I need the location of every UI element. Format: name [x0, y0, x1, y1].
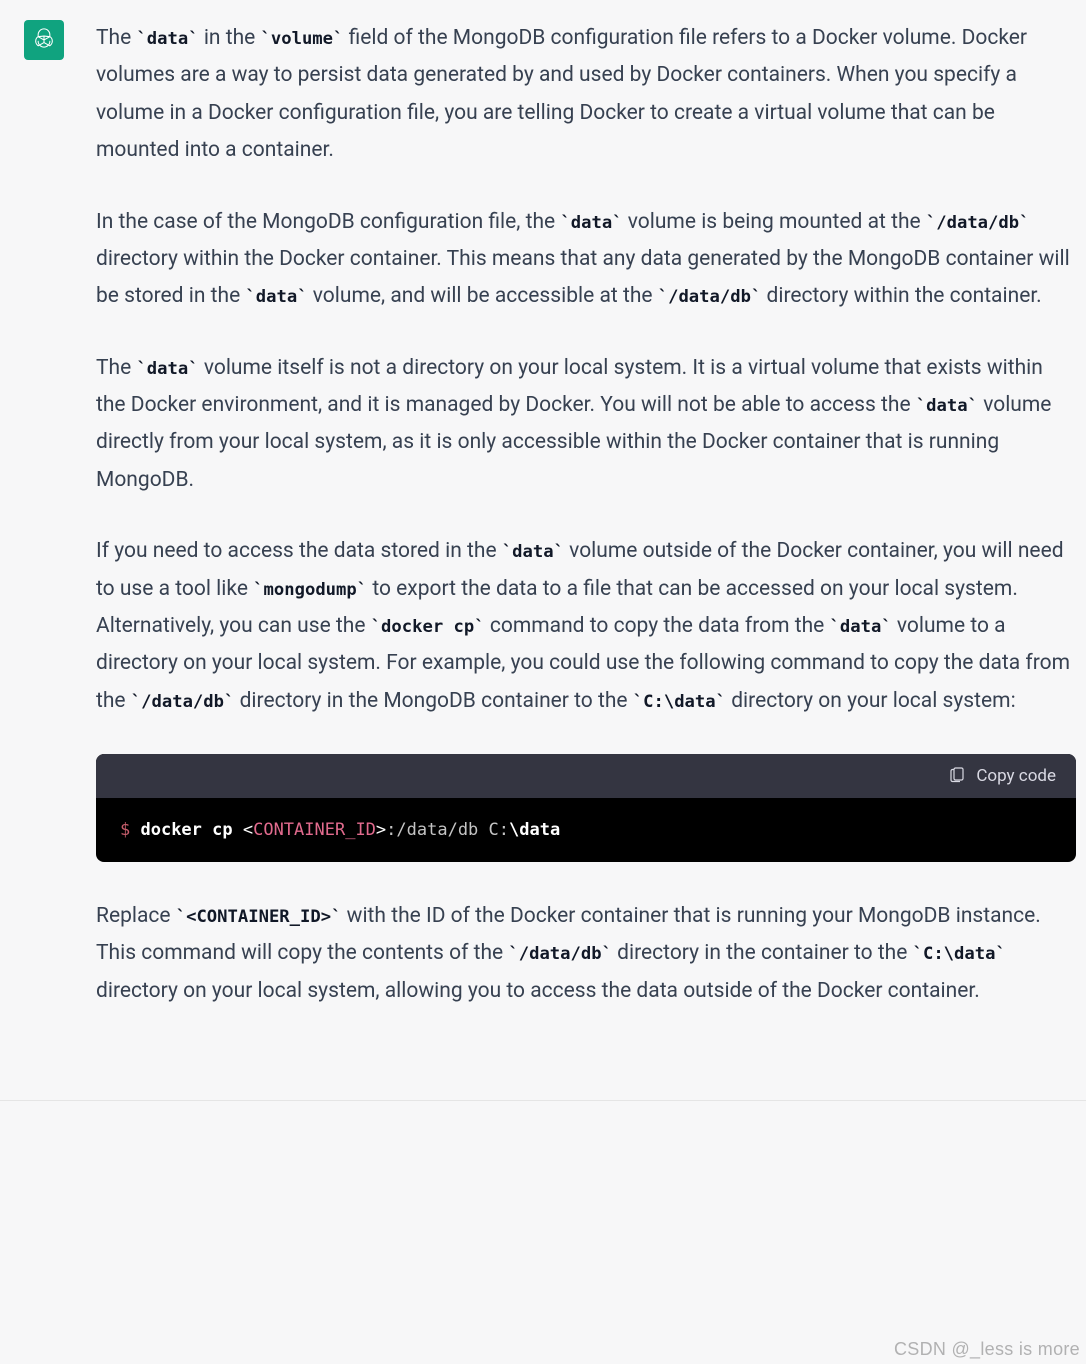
paragraph-4: If you need to access the data stored in…: [96, 533, 1076, 720]
text: directory in the MongoDB container to th…: [234, 689, 632, 713]
inline-code: `data`: [136, 359, 198, 379]
inline-code: `data`: [502, 542, 564, 562]
code-content[interactable]: $ docker cp <CONTAINER_ID>:/data/db C:\d…: [96, 798, 1076, 862]
text: command to copy the data from the: [485, 614, 830, 638]
inline-code: `/data/db`: [131, 692, 235, 712]
code-token-sep: >: [376, 820, 386, 840]
code-block: Copy code $ docker cp <CONTAINER_ID>:/da…: [96, 754, 1076, 862]
inline-code: `<CONTAINER_ID>`: [176, 907, 342, 927]
text: directory on your local system, allowing…: [96, 979, 980, 1003]
text: directory on your local system:: [726, 689, 1016, 713]
text: directory within the container.: [761, 284, 1041, 308]
code-token-path: :/data/db: [386, 820, 488, 840]
inline-code: `C:\data`: [633, 692, 726, 712]
openai-logo-icon: [31, 25, 57, 55]
code-token-prompt: $: [120, 820, 140, 840]
code-block-header: Copy code: [96, 754, 1076, 798]
inline-code: `docker cp`: [371, 617, 485, 637]
inline-code: `volume`: [261, 29, 344, 49]
copy-code-button[interactable]: Copy code: [948, 765, 1056, 788]
code-token-path: C:: [489, 820, 509, 840]
paragraph-1: The `data` in the `volume` field of the …: [96, 20, 1076, 170]
message-row: The `data` in the `volume` field of the …: [0, 0, 1086, 1040]
watermark: CSDN @_less is more: [894, 1339, 1080, 1360]
divider: [0, 1100, 1086, 1101]
text: volume is being mounted at the: [623, 210, 926, 234]
message-content: The `data` in the `volume` field of the …: [96, 20, 1086, 1010]
text: The: [96, 356, 136, 380]
inline-code: `data`: [136, 29, 198, 49]
text: If you need to access the data stored in…: [96, 539, 502, 563]
inline-code: `data`: [916, 396, 978, 416]
text: Replace: [96, 904, 176, 928]
inline-code: `/data/db`: [926, 213, 1030, 233]
inline-code: `data`: [245, 287, 307, 307]
text: in the: [199, 26, 261, 50]
code-token-sep: <: [243, 820, 253, 840]
text: volume itself is not a directory on your…: [96, 356, 1043, 417]
inline-code: `mongodump`: [253, 580, 367, 600]
inline-code: `/data/db`: [508, 944, 612, 964]
paragraph-5: Replace `<CONTAINER_ID>` with the ID of …: [96, 898, 1076, 1010]
text: In the case of the MongoDB configuration…: [96, 210, 560, 234]
inline-code: `/data/db`: [658, 287, 762, 307]
clipboard-icon: [948, 765, 966, 788]
code-token-path: \data: [509, 820, 560, 840]
paragraph-3: The `data` volume itself is not a direct…: [96, 350, 1076, 500]
copy-code-label: Copy code: [976, 766, 1056, 786]
assistant-avatar: [24, 20, 64, 60]
text: directory in the container to the: [612, 941, 913, 965]
code-token-command: docker cp: [140, 820, 242, 840]
code-token-arg: CONTAINER_ID: [253, 820, 376, 840]
inline-code: `data`: [560, 213, 622, 233]
text: The: [96, 26, 136, 50]
text: volume, and will be accessible at the: [308, 284, 658, 308]
inline-code: `C:\data`: [913, 944, 1006, 964]
inline-code: `data`: [830, 617, 892, 637]
paragraph-2: In the case of the MongoDB configuration…: [96, 204, 1076, 316]
